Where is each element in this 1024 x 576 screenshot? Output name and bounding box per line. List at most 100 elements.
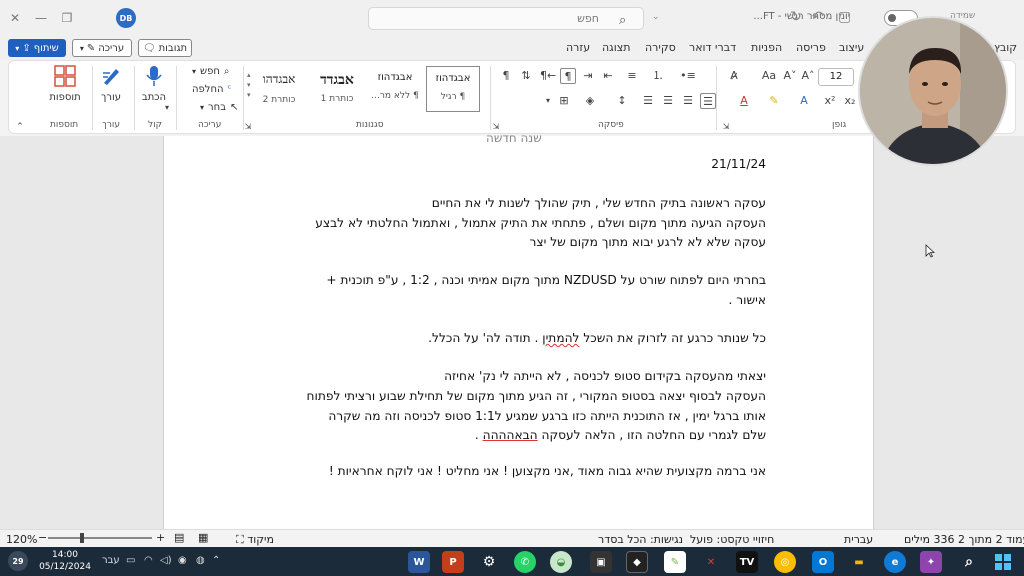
font-dialog-launcher-icon[interactable]: ⇲ bbox=[718, 119, 734, 135]
numbering-icon[interactable]: ⒈ bbox=[650, 68, 666, 84]
accessibility-status[interactable]: נגישות: הכל בסדר bbox=[598, 533, 683, 546]
zoom-slider[interactable] bbox=[48, 537, 152, 539]
word-count[interactable]: 336 מילים bbox=[904, 533, 954, 546]
settings-app-icon[interactable]: ⚙ bbox=[478, 551, 500, 573]
spelling-error-word[interactable]: הבאהההה bbox=[483, 428, 538, 442]
powerpoint-app-icon[interactable]: P bbox=[442, 551, 464, 573]
undo-icon[interactable]: ↶ bbox=[812, 9, 824, 25]
share-button[interactable]: שיתוף ⇪ ▾ bbox=[8, 39, 66, 57]
dictate-button[interactable]: הכתב bbox=[138, 64, 170, 103]
pilcrow-icon[interactable]: ¶ bbox=[498, 68, 514, 84]
tab-references[interactable]: הפניות bbox=[751, 41, 782, 54]
red-logo-app-icon[interactable]: ✕ bbox=[700, 551, 722, 573]
align-right-icon[interactable]: ☰ bbox=[700, 93, 716, 109]
word-app-icon[interactable]: W bbox=[408, 551, 430, 573]
addins-button[interactable]: תוספות bbox=[46, 64, 84, 103]
whatsapp-app-icon[interactable]: ✆ bbox=[514, 551, 536, 573]
styles-dialog-launcher-icon[interactable]: ⇲ bbox=[240, 119, 256, 135]
editing-mode-button[interactable]: עריכה ✎ ▾ bbox=[72, 39, 132, 57]
sort-icon[interactable]: ⇅ bbox=[518, 68, 534, 84]
chevron-down-icon[interactable]: ▾ bbox=[159, 100, 175, 116]
page-count[interactable]: עמוד 2 מתוך 2 bbox=[958, 533, 1024, 546]
subscript-icon[interactable]: x₂ bbox=[842, 93, 858, 109]
microphone-privacy-icon[interactable]: ◍ bbox=[196, 555, 205, 566]
text-effects-icon[interactable]: A bbox=[796, 93, 812, 109]
chrome-app-icon[interactable]: ◎ bbox=[774, 551, 796, 573]
text-predictions-status[interactable]: חיזויי טקסט: פועל bbox=[690, 533, 774, 546]
tab-review[interactable]: סקירה bbox=[645, 41, 676, 54]
multilevel-list-icon[interactable]: ≡ bbox=[624, 68, 640, 84]
wifi-icon[interactable]: ◠ bbox=[144, 555, 153, 566]
highlight-icon[interactable]: ✎ bbox=[766, 93, 782, 109]
tab-view[interactable]: תצוגה bbox=[602, 41, 630, 54]
increase-font-size-icon[interactable]: A˄ bbox=[800, 68, 816, 84]
dark-app-icon[interactable]: ◆ bbox=[626, 551, 648, 573]
outlook-app-icon[interactable]: O bbox=[812, 551, 834, 573]
file-explorer-app-icon[interactable]: ▬ bbox=[848, 551, 870, 573]
copilot-app-icon[interactable]: ✦ bbox=[920, 551, 942, 573]
font-color-icon[interactable]: A bbox=[736, 93, 752, 109]
terminal-app-icon[interactable]: ▣ bbox=[590, 551, 612, 573]
taskbar-clock[interactable]: 14:00 05/12/2024 bbox=[30, 549, 100, 573]
search-taskbar-icon[interactable]: ⌕ bbox=[958, 551, 980, 573]
save-icon[interactable]: ▢ bbox=[838, 9, 851, 25]
select-button[interactable]: ↖ בחר ▾ bbox=[200, 102, 238, 113]
spelling-error-word[interactable]: להמתין bbox=[542, 331, 579, 345]
account-avatar[interactable]: DB bbox=[116, 8, 136, 28]
tab-mailings[interactable]: דברי דואר bbox=[689, 41, 736, 54]
decrease-indent-icon[interactable]: ⇤ bbox=[600, 68, 616, 84]
font-size-input[interactable]: 12 bbox=[818, 68, 854, 86]
style-heading-2[interactable]: אבגדהו כותרת 2 bbox=[252, 66, 306, 112]
shading-icon[interactable]: ◈ bbox=[582, 93, 598, 109]
decrease-font-size-icon[interactable]: A˅ bbox=[782, 68, 798, 84]
chevron-down-icon[interactable]: ▾ bbox=[540, 93, 556, 109]
redo-icon[interactable]: ↻ bbox=[790, 9, 802, 25]
chevron-up-icon[interactable]: ⌃ bbox=[212, 555, 220, 566]
editor-button[interactable]: עורך bbox=[96, 64, 126, 103]
style-heading-1[interactable]: אבגדד כותרת 1 bbox=[310, 66, 364, 112]
zoom-out-icon[interactable]: − bbox=[38, 531, 47, 544]
find-button[interactable]: ⌕ חפש ▾ bbox=[192, 66, 230, 77]
change-case-icon[interactable]: Aa bbox=[758, 68, 780, 84]
read-mode-icon[interactable]: ▦ bbox=[198, 531, 208, 544]
language-status[interactable]: עברית bbox=[844, 533, 873, 546]
style-normal[interactable]: אבגדהוז ¶ רגיל bbox=[426, 66, 480, 112]
windows-start-icon[interactable] bbox=[992, 551, 1014, 573]
battery-icon[interactable]: ▭ bbox=[126, 555, 135, 566]
zoom-in-icon[interactable]: + bbox=[156, 531, 165, 544]
comments-button[interactable]: תגובות 🗨 bbox=[138, 39, 192, 57]
bullets-icon[interactable]: •≡ bbox=[680, 68, 696, 84]
increase-indent-icon[interactable]: ⇥ bbox=[580, 68, 596, 84]
tab-help[interactable]: עזרה bbox=[566, 41, 590, 54]
zoom-level[interactable]: 120% bbox=[6, 533, 37, 546]
tab-layout[interactable]: פריסה bbox=[796, 41, 826, 54]
rtl-direction-icon[interactable]: ¶← bbox=[540, 68, 556, 84]
restore-window-button[interactable]: ❐ bbox=[56, 8, 78, 28]
print-layout-icon[interactable]: ▤ bbox=[174, 531, 184, 544]
input-language[interactable]: עבר bbox=[102, 555, 120, 566]
notification-badge[interactable]: 29 bbox=[8, 551, 28, 571]
justify-icon[interactable]: ☰ bbox=[640, 93, 656, 109]
borders-icon[interactable]: ⊞ bbox=[556, 93, 572, 109]
align-left-icon[interactable]: ☰ bbox=[660, 93, 676, 109]
volume-icon[interactable]: ◁) bbox=[160, 555, 172, 566]
align-center-icon[interactable]: ☰ bbox=[680, 93, 696, 109]
camera-privacy-icon[interactable]: ◉ bbox=[178, 555, 187, 566]
close-window-button[interactable]: ✕ bbox=[4, 8, 26, 28]
notepad-app-icon[interactable]: ✎ bbox=[664, 551, 686, 573]
tab-design[interactable]: עיצוב bbox=[839, 41, 864, 54]
chevron-down-icon[interactable]: ⌄ bbox=[652, 12, 660, 22]
zoom-slider-thumb[interactable] bbox=[80, 533, 84, 543]
tradingview-app-icon[interactable]: TV bbox=[736, 551, 758, 573]
focus-mode-button[interactable]: מיקוד ⛶ bbox=[236, 533, 274, 547]
collapse-ribbon-icon[interactable]: ⌃ bbox=[12, 119, 28, 135]
replace-button[interactable]: ᶜ החלפה bbox=[192, 84, 231, 95]
minimize-window-button[interactable]: — bbox=[30, 8, 52, 28]
search-input[interactable]: חפש ⌕ bbox=[368, 7, 644, 30]
superscript-icon[interactable]: x² bbox=[822, 93, 838, 109]
style-no-spacing[interactable]: אבגדהוז ¶ ללא מר... bbox=[368, 66, 422, 112]
edge-app-icon[interactable]: e bbox=[884, 551, 906, 573]
green-app-icon[interactable]: ◒ bbox=[550, 551, 572, 573]
clear-formatting-icon[interactable]: A̷ bbox=[726, 68, 742, 84]
ltr-direction-icon[interactable]: ¶ bbox=[560, 68, 576, 84]
